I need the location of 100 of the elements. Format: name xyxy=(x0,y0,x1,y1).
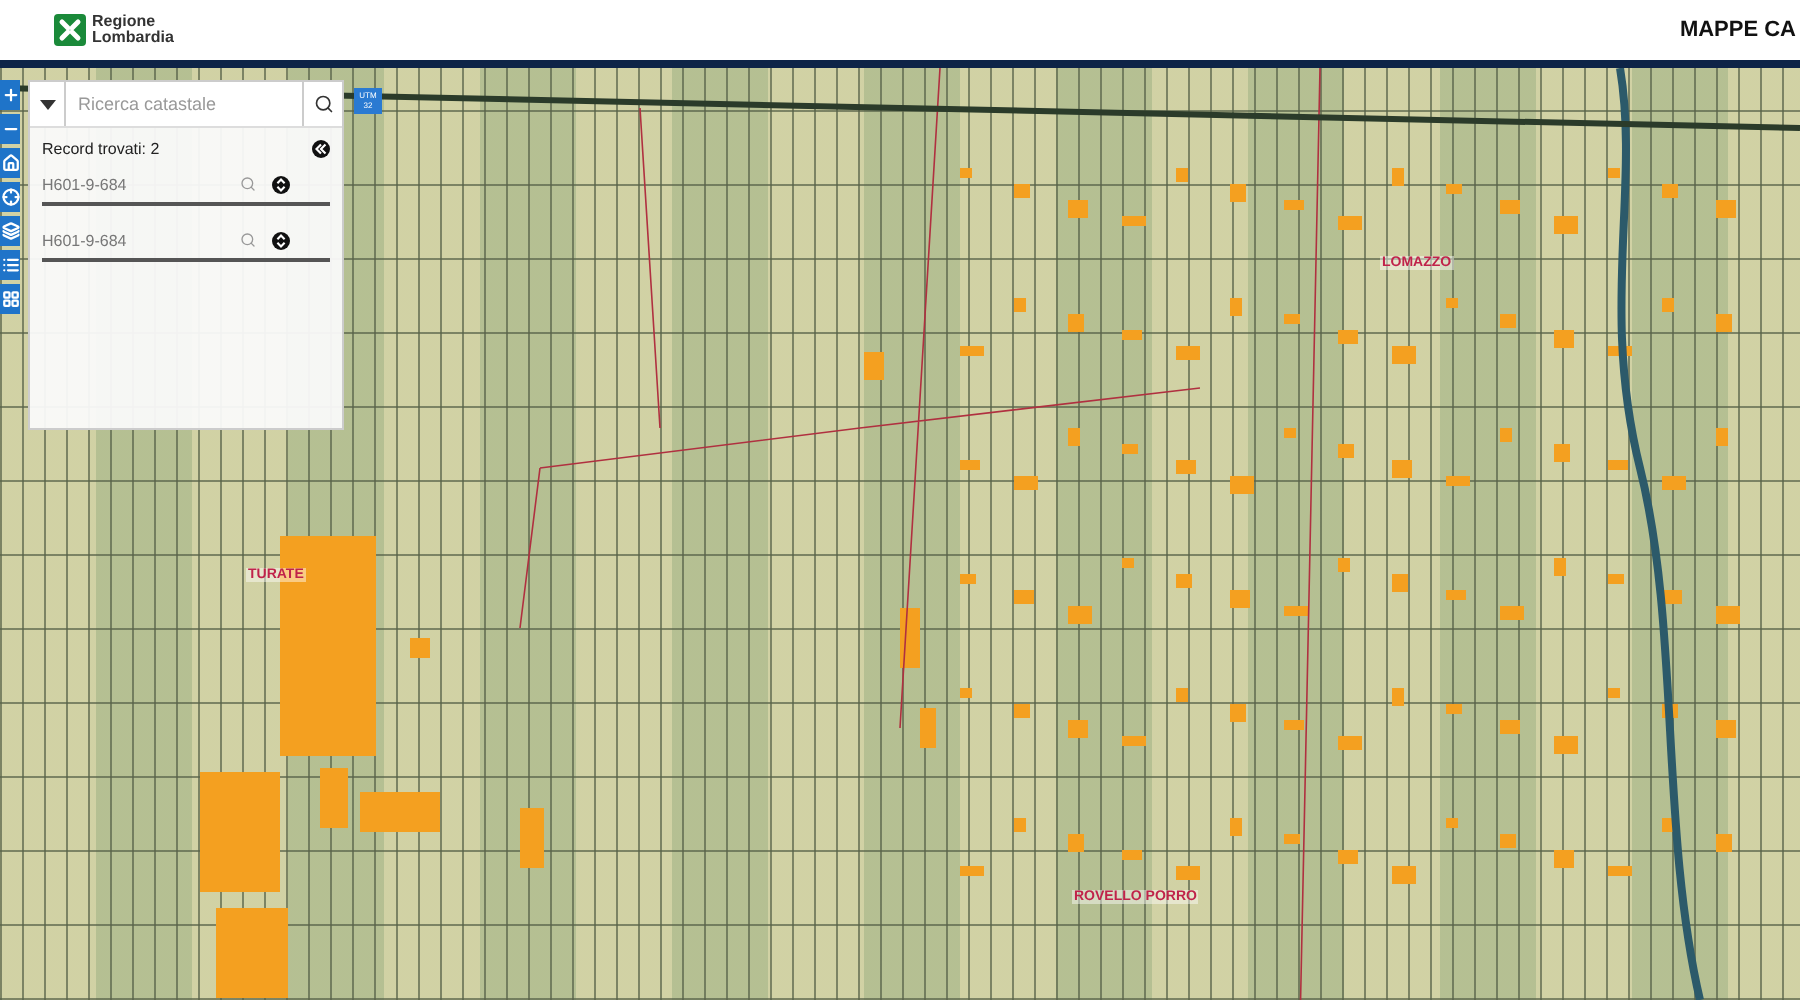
parcel-code: H601-9-684 xyxy=(42,231,129,249)
search-field[interactable]: Ricerca catastale xyxy=(66,82,302,126)
building-shape xyxy=(920,708,936,748)
building-shape xyxy=(1068,606,1092,624)
building-shape xyxy=(1500,606,1524,620)
dropdown-button[interactable] xyxy=(30,82,66,126)
building-shape xyxy=(960,346,984,356)
building-shape xyxy=(1662,298,1674,312)
zoom-out-button[interactable] xyxy=(0,114,20,144)
building-shape xyxy=(1608,460,1628,470)
list-icon xyxy=(1,256,19,274)
building-shape xyxy=(1230,704,1246,722)
building-shape xyxy=(1014,704,1030,718)
building-shape xyxy=(1392,866,1416,884)
building-shape xyxy=(1392,168,1404,186)
search-button[interactable] xyxy=(302,82,342,126)
expand-button[interactable] xyxy=(272,175,290,193)
building-shape xyxy=(1338,850,1358,864)
zoom-to-button[interactable] xyxy=(240,232,256,248)
building-shape xyxy=(1230,298,1242,316)
building-shape xyxy=(1338,330,1358,344)
building-shape xyxy=(1608,168,1620,178)
building-shape xyxy=(1500,200,1520,214)
result-item[interactable]: H601-9-684 xyxy=(42,222,330,262)
building-shape xyxy=(1554,216,1578,234)
building-shape xyxy=(1446,590,1466,600)
list-button[interactable] xyxy=(0,250,20,280)
search-icon xyxy=(240,232,256,248)
zoom-to-button[interactable] xyxy=(240,176,256,192)
building-shape xyxy=(1716,200,1736,218)
building-shape xyxy=(1122,330,1142,340)
layers-icon xyxy=(1,222,19,240)
building-shape xyxy=(1284,314,1300,324)
building-shape xyxy=(1122,558,1134,568)
building-shape xyxy=(1230,184,1246,202)
building-shape xyxy=(1608,346,1632,356)
building-shape xyxy=(1554,850,1574,868)
building-shape xyxy=(1230,476,1254,494)
building-shape xyxy=(1284,428,1296,438)
building-shape xyxy=(1338,558,1350,572)
building-shape xyxy=(1014,476,1038,490)
collapse-button[interactable] xyxy=(312,140,330,158)
zoom-in-button[interactable] xyxy=(0,80,20,110)
building-shape xyxy=(1176,574,1192,588)
building-shape xyxy=(1500,834,1516,848)
building-shape xyxy=(1122,850,1142,860)
building-shape xyxy=(1014,818,1026,832)
grid-icon xyxy=(1,290,19,308)
building-shape xyxy=(960,866,984,876)
chevrons-icon xyxy=(272,231,290,249)
building-shape xyxy=(960,460,980,470)
building-shape xyxy=(410,638,430,658)
building-shape xyxy=(1014,298,1026,312)
building-shape xyxy=(1338,216,1362,230)
building-shape xyxy=(1716,720,1736,738)
building-shape xyxy=(1446,184,1462,194)
building-shape xyxy=(1284,720,1304,730)
results-count: Record trovati: 2 xyxy=(42,140,160,158)
building-shape xyxy=(1284,834,1300,844)
building-shape xyxy=(1716,314,1732,332)
building-shape xyxy=(1392,460,1412,478)
building-shape xyxy=(1230,590,1250,608)
building-shape xyxy=(1392,346,1416,364)
building-shape xyxy=(1068,314,1084,332)
building-shape xyxy=(1068,720,1088,738)
building-shape xyxy=(1446,704,1462,714)
building-shape xyxy=(1608,866,1632,876)
search-icon xyxy=(313,94,333,114)
result-item[interactable]: H601-9-684 xyxy=(42,166,330,206)
building-shape xyxy=(960,168,972,178)
layers-button[interactable] xyxy=(0,216,20,246)
building-shape xyxy=(1122,216,1146,226)
building-shape xyxy=(1122,444,1138,454)
building-shape xyxy=(1446,476,1470,486)
building-shape xyxy=(1176,688,1188,702)
building-shape xyxy=(1176,460,1196,474)
building-shape xyxy=(1176,346,1200,360)
building-shape xyxy=(1176,866,1200,880)
building-shape xyxy=(1446,298,1458,308)
building-shape xyxy=(1554,444,1570,462)
expand-button[interactable] xyxy=(272,231,290,249)
home-button[interactable] xyxy=(0,148,20,178)
building-shape xyxy=(1392,574,1408,592)
building-shape xyxy=(864,352,884,380)
page-title: MAPPE CA xyxy=(1679,18,1796,42)
building-shape xyxy=(1716,834,1732,852)
building-shape xyxy=(1716,606,1740,624)
crosshair-icon xyxy=(1,188,19,206)
building-shape xyxy=(1554,330,1574,348)
locate-button[interactable] xyxy=(0,182,20,212)
caret-icon xyxy=(39,99,55,109)
building-shape xyxy=(360,792,440,832)
building-shape xyxy=(1338,444,1354,458)
building-shape xyxy=(1554,736,1578,754)
logo-icon xyxy=(54,14,86,46)
building-shape xyxy=(1392,688,1404,706)
logo-text: Regione Lombardia xyxy=(92,14,172,46)
building-shape xyxy=(1446,818,1458,828)
grid-button[interactable] xyxy=(0,284,20,314)
building-shape xyxy=(1284,606,1308,616)
